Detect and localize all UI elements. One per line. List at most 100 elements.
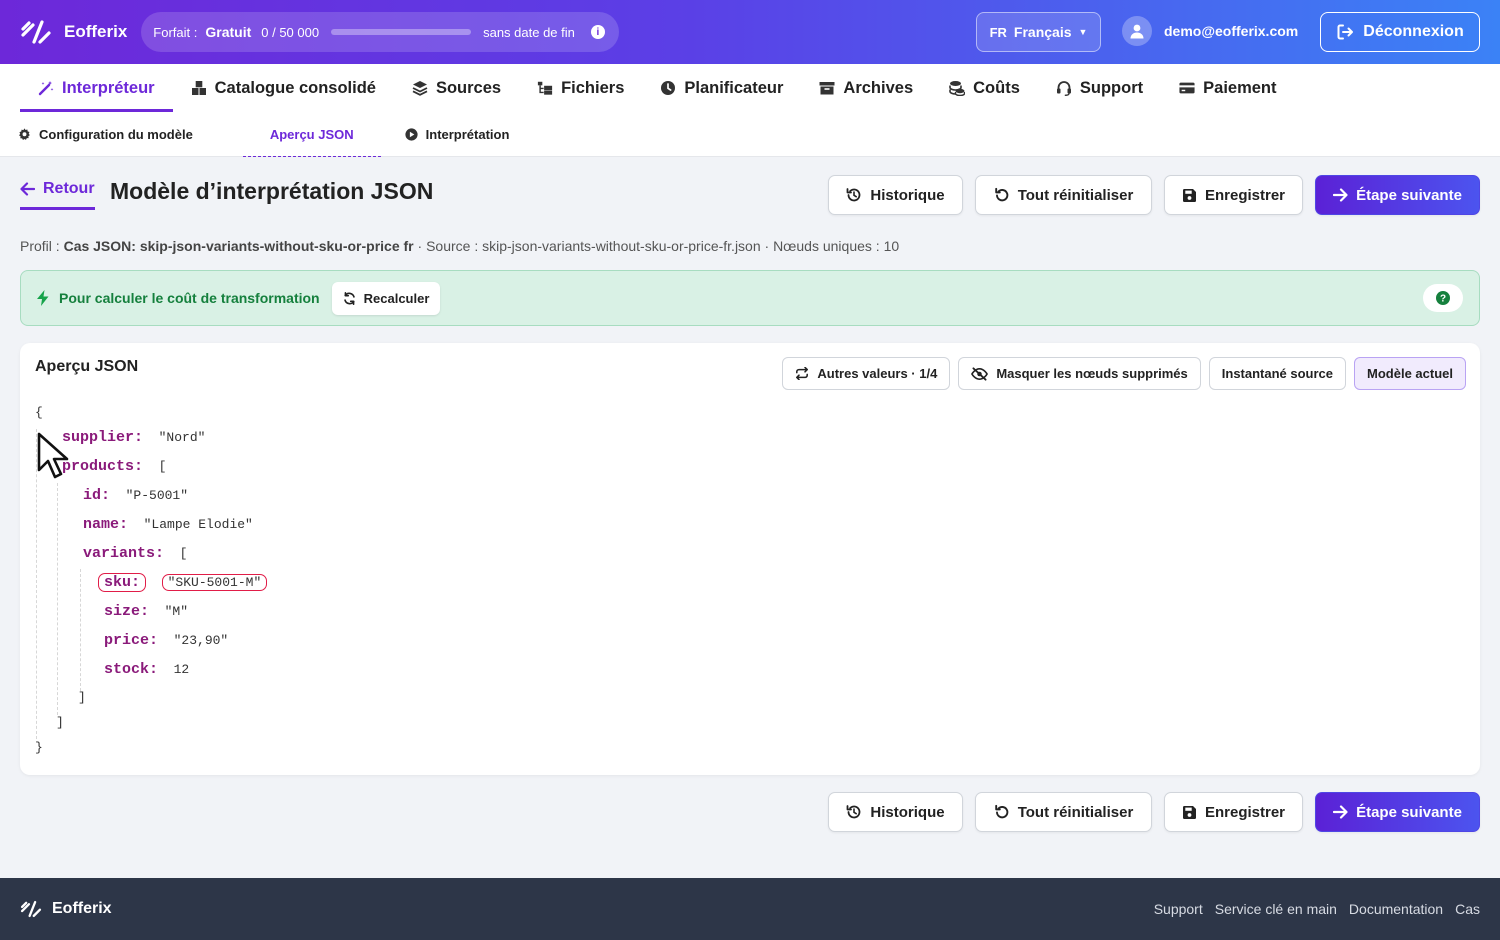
footer-link-documentation[interactable]: Documentation	[1349, 901, 1443, 917]
credit-card-icon	[1179, 80, 1195, 96]
plan-expiry: sans date de fin	[483, 24, 575, 40]
nav-label: Coûts	[973, 78, 1020, 97]
json-line: ]	[56, 715, 64, 730]
nav-item-sources[interactable]: Sources	[394, 64, 519, 112]
json-key[interactable]: name:	[83, 516, 128, 533]
nav-item-support[interactable]: Support	[1038, 64, 1161, 112]
meta-profile-value: Cas JSON: skip-json-variants-without-sku…	[63, 238, 414, 254]
meta-profile-label: Profil :	[20, 238, 60, 254]
history-button[interactable]: Historique	[828, 175, 963, 215]
cycle-icon	[795, 367, 809, 380]
json-key[interactable]: size:	[104, 603, 149, 620]
recalculate-button[interactable]: Recalculer	[331, 281, 441, 315]
json-line[interactable]: id: "P-5001"	[83, 487, 188, 504]
json-key[interactable]: id:	[83, 487, 110, 504]
json-line[interactable]: supplier: "Nord"	[62, 429, 205, 446]
nav-item-archives[interactable]: Archives	[801, 64, 931, 112]
json-key[interactable]: stock:	[104, 661, 158, 678]
back-button[interactable]: Retour	[20, 180, 95, 210]
footer-brand-name: Eofferix	[52, 900, 112, 917]
save-button[interactable]: Enregistrer	[1164, 175, 1303, 215]
play-circle-icon	[405, 127, 418, 141]
json-value[interactable]: 12	[174, 662, 190, 677]
language-selector[interactable]: FR Français ▼	[976, 12, 1101, 52]
footer-link-support[interactable]: Support	[1154, 901, 1203, 917]
json-key[interactable]: products:	[62, 458, 143, 475]
indent-guide	[80, 569, 81, 691]
undo-icon	[994, 804, 1010, 820]
footer-link-service[interactable]: Service clé en main	[1215, 901, 1337, 917]
headset-icon	[1056, 80, 1072, 96]
json-value-highlighted[interactable]: "SKU-5001-M"	[161, 574, 268, 591]
plan-usage: 0 / 50 000	[261, 24, 320, 40]
bottom-action-bar: Historique Tout réinitialiser Enregistre…	[828, 792, 1480, 832]
tab-configuration[interactable]: Configuration du modèle	[18, 112, 193, 157]
nav-item-paiement[interactable]: Paiement	[1161, 64, 1294, 112]
nav-label: Planificateur	[684, 78, 784, 97]
json-key[interactable]: supplier:	[62, 429, 143, 446]
info-icon[interactable]: i	[590, 25, 605, 39]
json-key-highlighted[interactable]: sku:	[98, 573, 147, 592]
json-bracket: ]	[78, 690, 86, 705]
nav-item-couts[interactable]: Coûts	[931, 64, 1038, 112]
source-snapshot-label: Instantané source	[1221, 366, 1334, 381]
other-values-button[interactable]: Autres valeurs · 1/4	[782, 357, 951, 390]
json-value[interactable]: "Nord"	[159, 430, 206, 445]
reset-all-button[interactable]: Tout réinitialiser	[975, 792, 1152, 832]
nav-label: Catalogue consolidé	[214, 78, 376, 97]
nav-item-planificateur[interactable]: Planificateur	[642, 64, 801, 112]
json-line[interactable]: products: [	[62, 458, 166, 475]
footer-brand[interactable]: Eofferix	[20, 900, 112, 918]
current-model-button[interactable]: Modèle actuel	[1354, 357, 1466, 390]
logout-button[interactable]: Déconnexion	[1320, 12, 1480, 52]
top-action-bar: Historique Tout réinitialiser Enregistre…	[828, 175, 1480, 215]
footer-link-cas[interactable]: Cas	[1455, 901, 1480, 917]
json-key[interactable]: variants:	[83, 545, 164, 562]
json-bracket: {	[35, 405, 43, 420]
user-avatar-icon	[1122, 16, 1152, 46]
logout-label: Déconnexion	[1363, 23, 1464, 40]
slash-logo-icon	[20, 19, 52, 45]
tab-apercu-json[interactable]: Aperçu JSON	[242, 112, 381, 157]
tab-label: Interprétation	[425, 126, 510, 142]
json-value[interactable]: "Lampe Elodie"	[144, 517, 253, 532]
next-step-button[interactable]: Étape suivante	[1315, 792, 1480, 832]
cost-alert: Pour calculer le coût de transformation …	[20, 270, 1480, 326]
json-value[interactable]: "23,90"	[174, 633, 229, 648]
nav-item-fichiers[interactable]: Fichiers	[519, 64, 642, 112]
source-snapshot-button[interactable]: Instantané source	[1208, 357, 1347, 390]
nav-item-interpreteur[interactable]: Interpréteur	[20, 64, 173, 112]
json-line[interactable]: stock: 12	[104, 661, 189, 678]
json-line[interactable]: price: "23,90"	[104, 632, 228, 649]
json-line[interactable]: name: "Lampe Elodie"	[83, 516, 253, 533]
history-button[interactable]: Historique	[828, 792, 963, 832]
nav-item-catalogue[interactable]: Catalogue consolidé	[173, 64, 394, 112]
indent-guide	[57, 483, 58, 715]
next-step-button[interactable]: Étape suivante	[1315, 175, 1480, 215]
json-line[interactable]: variants: [	[83, 545, 187, 562]
layers-icon	[412, 80, 428, 96]
arrow-left-icon	[20, 182, 35, 196]
chevron-down-icon: ▼	[1078, 27, 1088, 37]
hide-deleted-nodes-button[interactable]: Masquer les nœuds supprimés	[958, 357, 1201, 390]
json-line-highlighted[interactable]: sku: "SKU-5001-M"	[98, 573, 268, 592]
user-menu[interactable]: demo@eofferix.com	[1122, 16, 1298, 46]
nav-label: Sources	[435, 78, 502, 97]
json-key[interactable]: price:	[104, 632, 158, 649]
help-button[interactable]: ?	[1423, 284, 1463, 312]
tab-label: Configuration du modèle	[39, 126, 193, 142]
tab-label: Aperçu JSON	[269, 126, 354, 142]
json-bracket: ]	[56, 715, 64, 730]
slash-logo-icon	[20, 900, 42, 918]
bolt-icon	[37, 290, 49, 306]
json-value[interactable]: "M"	[165, 604, 188, 619]
json-line[interactable]: size: "M"	[104, 603, 188, 620]
json-value[interactable]: "P-5001"	[126, 488, 188, 503]
history-label: Historique	[870, 186, 945, 204]
clock-icon	[660, 80, 676, 96]
profile-meta: Profil : Cas JSON: skip-json-variants-wi…	[20, 238, 899, 254]
save-button[interactable]: Enregistrer	[1164, 792, 1303, 832]
brand[interactable]: Eofferix	[20, 19, 127, 45]
tab-interpretation[interactable]: Interprétation	[405, 112, 510, 157]
reset-all-button[interactable]: Tout réinitialiser	[975, 175, 1152, 215]
